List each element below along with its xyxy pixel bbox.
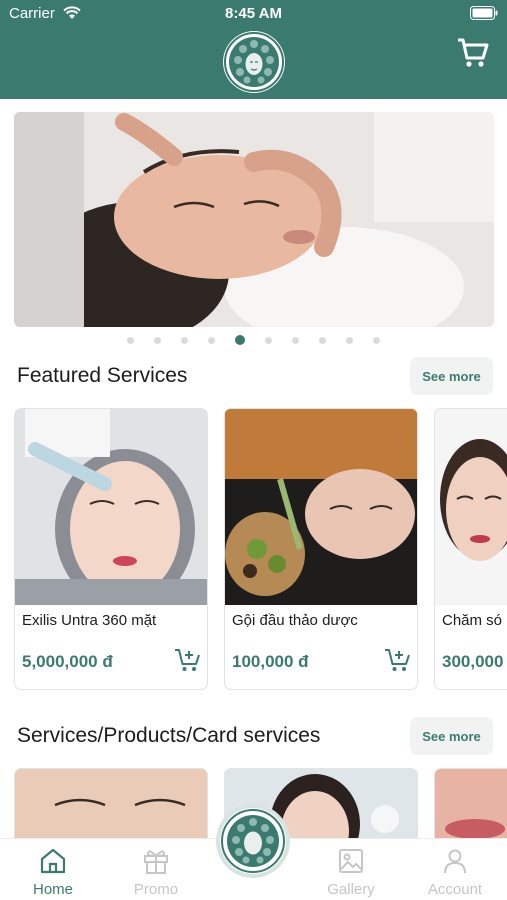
cart-icon[interactable] bbox=[457, 38, 489, 73]
product-image bbox=[435, 769, 507, 840]
featured-title: Featured Services bbox=[17, 364, 188, 387]
service-card[interactable]: Exilis Untra 360 mặt 5,000,000 đ bbox=[14, 408, 208, 690]
service-price: 100,000 đ bbox=[232, 652, 309, 671]
product-image bbox=[15, 769, 207, 840]
nav-promo-label: Promo bbox=[133, 881, 179, 898]
carousel-dot[interactable] bbox=[292, 336, 299, 344]
nav-account[interactable]: Account bbox=[415, 847, 495, 898]
service-price: 300,000 bbox=[442, 652, 504, 671]
carousel-dot[interactable] bbox=[265, 336, 272, 344]
featured-see-more-button[interactable]: See more bbox=[410, 357, 493, 395]
service-image bbox=[15, 409, 207, 605]
carousel-dot[interactable] bbox=[235, 335, 245, 345]
gift-icon bbox=[116, 847, 196, 875]
nav-gallery-label: Gallery bbox=[327, 881, 375, 898]
carousel-dot[interactable] bbox=[154, 336, 161, 344]
service-name: Gội đầu thảo dược bbox=[232, 612, 358, 629]
app-header: Carrier 8:45 AM bbox=[0, 0, 507, 99]
add-to-cart-icon[interactable] bbox=[174, 647, 202, 678]
center-logo-button[interactable] bbox=[220, 808, 286, 874]
status-time: 8:45 AM bbox=[225, 5, 282, 22]
carousel-dot[interactable] bbox=[208, 336, 215, 344]
product-card[interactable] bbox=[434, 768, 507, 840]
carousel-dot[interactable] bbox=[127, 336, 134, 344]
carousel-dot[interactable] bbox=[346, 336, 353, 344]
home-icon bbox=[13, 847, 93, 875]
battery-icon bbox=[470, 6, 498, 24]
carousel-indicator bbox=[0, 334, 507, 346]
nav-account-label: Account bbox=[427, 881, 483, 898]
brand-logo[interactable] bbox=[223, 31, 285, 93]
nav-promo[interactable]: Promo bbox=[116, 847, 196, 898]
user-icon bbox=[415, 847, 495, 875]
services-title: Services/Products/Card services bbox=[17, 724, 321, 747]
service-card[interactable]: Chăm só 300,000 bbox=[434, 408, 507, 690]
carousel-dot[interactable] bbox=[181, 336, 188, 344]
carousel-dot[interactable] bbox=[319, 336, 326, 344]
service-price: 5,000,000 đ bbox=[22, 652, 113, 671]
service-image bbox=[225, 409, 417, 605]
banner-image bbox=[14, 112, 494, 327]
status-bar: Carrier 8:45 AM bbox=[0, 0, 507, 28]
service-image bbox=[435, 409, 507, 605]
carousel-dot[interactable] bbox=[373, 336, 380, 344]
nav-home[interactable]: Home bbox=[13, 847, 93, 898]
featured-list: Exilis Untra 360 mặt 5,000,000 đ Gội đầu… bbox=[14, 408, 507, 692]
service-name: Exilis Untra 360 mặt bbox=[22, 612, 157, 629]
service-name: Chăm só bbox=[442, 612, 503, 629]
services-see-more-button[interactable]: See more bbox=[410, 717, 493, 755]
service-card[interactable]: Gội đầu thảo dược 100,000 đ bbox=[224, 408, 418, 690]
promo-banner[interactable] bbox=[14, 112, 494, 327]
brand-logo-icon bbox=[221, 809, 285, 873]
add-to-cart-icon[interactable] bbox=[384, 647, 412, 678]
image-icon bbox=[311, 847, 391, 875]
nav-home-label: Home bbox=[32, 881, 73, 898]
product-card[interactable] bbox=[14, 768, 208, 840]
nav-gallery[interactable]: Gallery bbox=[311, 847, 391, 898]
